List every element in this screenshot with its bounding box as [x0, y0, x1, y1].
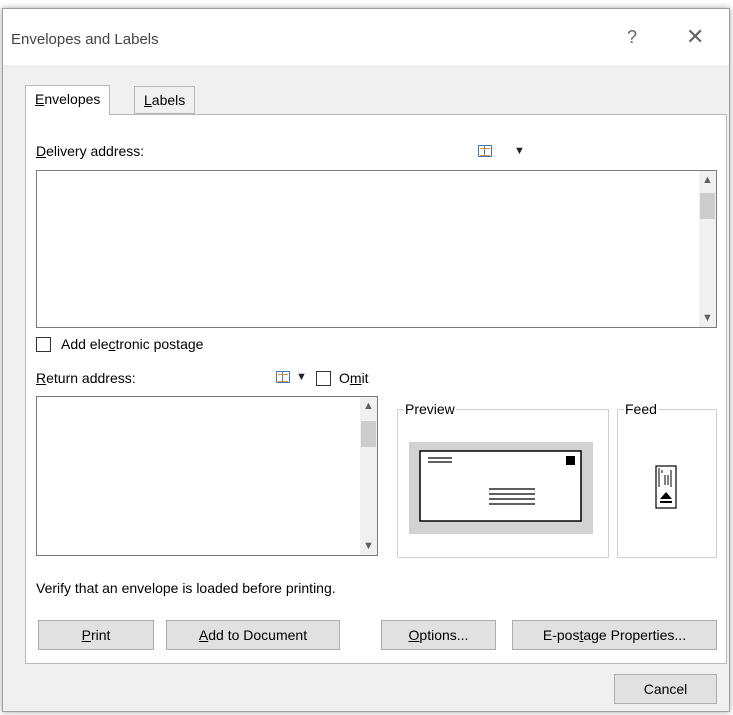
add-to-document-label: dd to Document — [208, 627, 308, 643]
return-address-label: Return address: — [36, 370, 136, 386]
return-address-scrollbar[interactable]: ▲ ▼ — [360, 397, 377, 555]
close-icon[interactable]: ✕ — [686, 24, 704, 50]
tab-envelopes[interactable]: Envelopes — [25, 85, 111, 115]
tab-envelopes-accel: E — [35, 91, 45, 107]
epostage-label-pre: E-pos — [542, 627, 580, 643]
tab-labels-accel: L — [144, 92, 152, 108]
tab-envelopes-label: nvelopes — [44, 91, 101, 107]
preview-group: Preview — [397, 401, 609, 558]
window-title: Envelopes and Labels — [11, 31, 159, 48]
scroll-up-icon[interactable]: ▲ — [360, 400, 377, 412]
omit-checkbox[interactable] — [316, 371, 331, 386]
return-address-book-dropdown-icon[interactable]: ▼ — [296, 371, 307, 383]
verify-envelope-text: Verify that an envelope is loaded before… — [36, 580, 336, 596]
return-label-text: eturn address: — [46, 370, 136, 386]
add-electronic-postage-label: Add electronic postage — [61, 336, 203, 352]
feed-group: Feed — [617, 401, 717, 558]
scroll-thumb[interactable] — [361, 421, 376, 447]
omit-accel: m — [349, 370, 362, 386]
omit-label-post: it — [361, 370, 369, 386]
return-address-field[interactable]: ▲ ▼ — [36, 396, 378, 556]
add-to-document-accel: A — [198, 627, 209, 643]
scroll-down-icon[interactable]: ▼ — [360, 540, 377, 552]
epostage-label-post: age Properties... — [583, 627, 687, 643]
return-address-book-icon[interactable] — [276, 371, 290, 383]
feed-icon[interactable] — [655, 465, 677, 509]
options-label: ptions... — [419, 627, 469, 643]
address-book-icon[interactable] — [478, 145, 492, 157]
delivery-address-field[interactable]: ▲ ▼ — [36, 170, 717, 328]
add-to-document-button[interactable]: Add to Document — [166, 620, 340, 650]
print-accel: P — [81, 627, 91, 643]
envelopes-labels-dialog: Envelopes and Labels ? ✕ Envelopes Label… — [2, 8, 730, 712]
e-postage-properties-button[interactable]: E-postage Properties... — [512, 620, 717, 650]
envelopes-tab-panel: Delivery address: ▼ ▲ ▼ Add electronic p… — [25, 114, 727, 664]
preview-label: Preview — [404, 401, 456, 417]
scroll-down-icon[interactable]: ▼ — [699, 312, 716, 324]
options-button[interactable]: Options... — [381, 620, 496, 650]
add-electronic-postage-checkbox[interactable] — [36, 337, 51, 352]
delivery-address-label: Delivery address: — [36, 143, 144, 159]
scroll-up-icon[interactable]: ▲ — [699, 174, 716, 186]
tab-labels-label: abels — [151, 92, 186, 108]
print-button[interactable]: Print — [38, 620, 154, 650]
delivery-accel: D — [36, 143, 47, 159]
scroll-thumb[interactable] — [700, 193, 715, 219]
omit-label: Omit — [339, 370, 369, 386]
title-bar: Envelopes and Labels ? ✕ — [3, 9, 729, 65]
feed-label: Feed — [624, 401, 658, 417]
delivery-address-scrollbar[interactable]: ▲ ▼ — [699, 171, 716, 327]
delivery-label-text: elivery address: — [46, 143, 145, 159]
cancel-button[interactable]: Cancel — [614, 674, 717, 704]
omit-label-pre: O — [339, 370, 350, 386]
options-accel: O — [408, 627, 420, 643]
return-accel: R — [36, 370, 47, 386]
delivery-address-book-dropdown-icon[interactable]: ▼ — [514, 145, 525, 157]
tab-labels[interactable]: Labels — [134, 86, 196, 114]
help-icon[interactable]: ? — [627, 27, 637, 48]
print-label: rint — [90, 627, 111, 643]
envelope-preview[interactable] — [409, 442, 593, 534]
postage-label-pre: Add ele — [61, 336, 109, 352]
postage-label-post: tronic postage — [115, 336, 204, 352]
